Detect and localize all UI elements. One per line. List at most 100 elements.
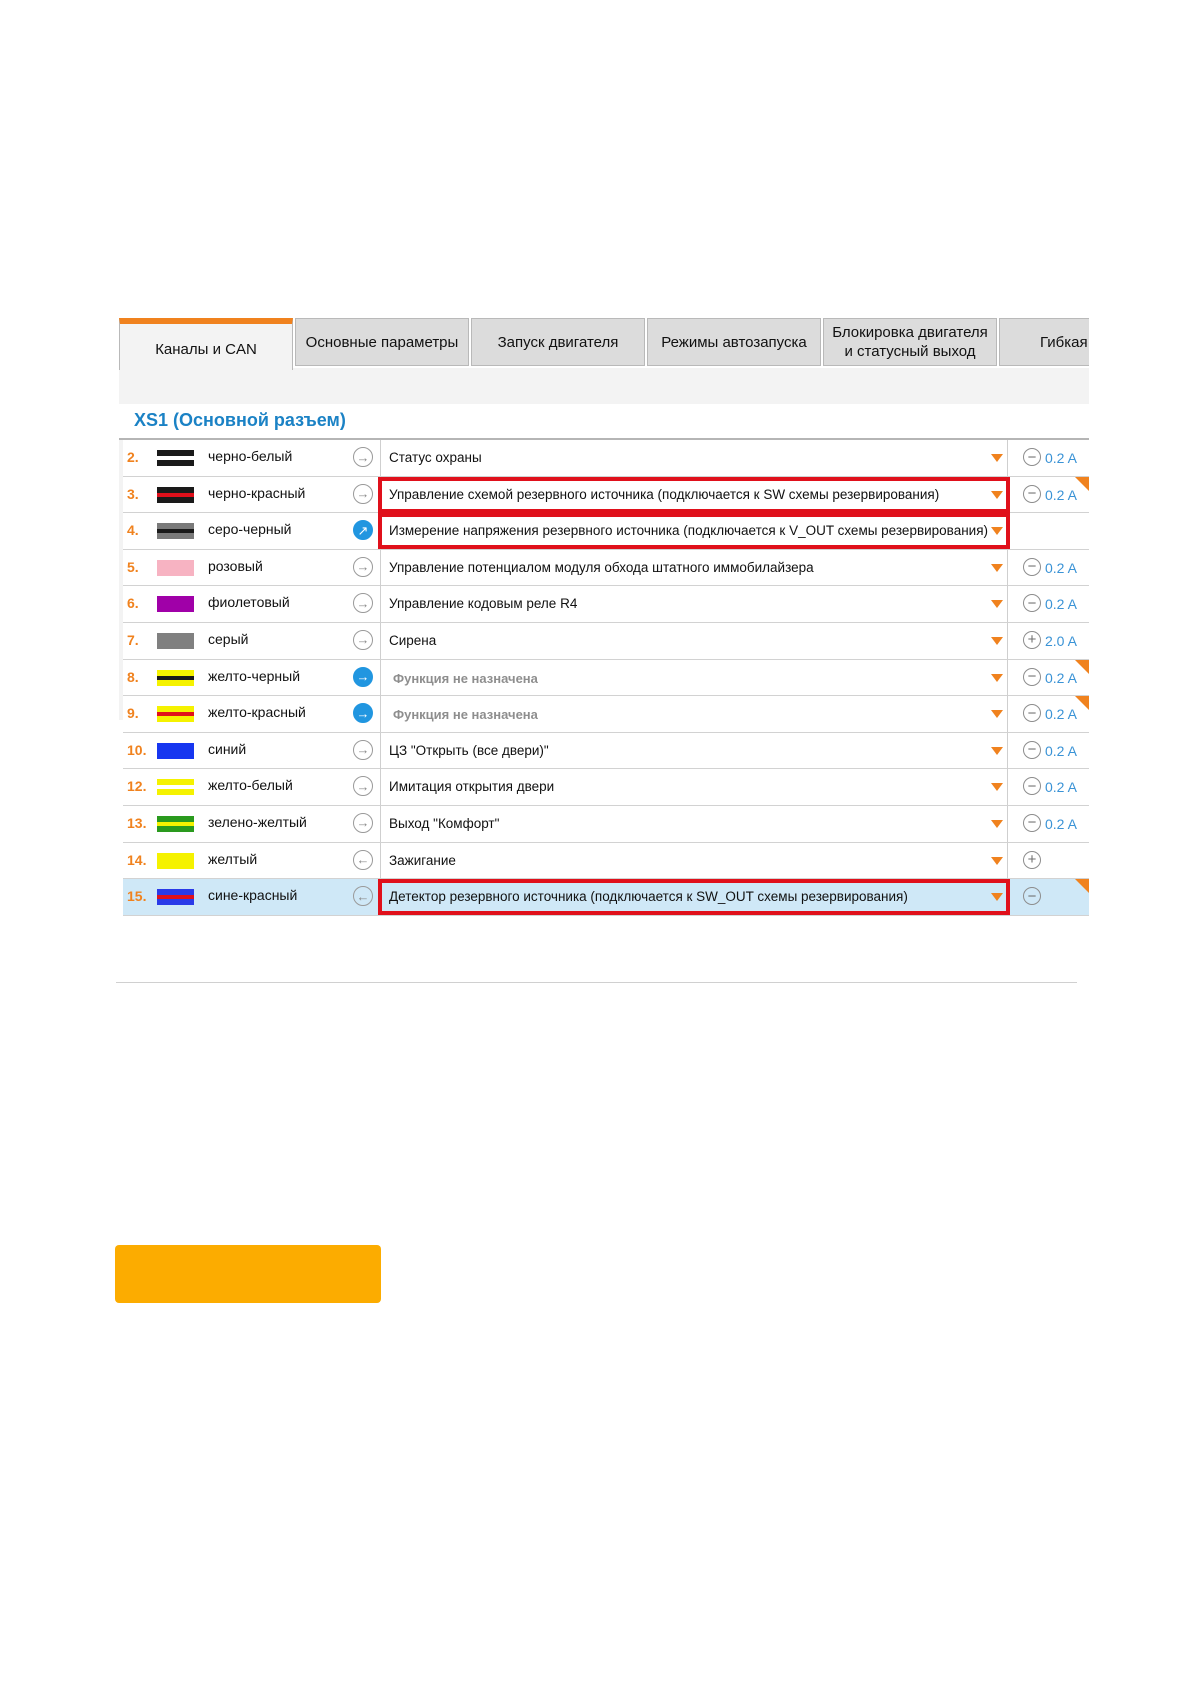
channel-number: 12. <box>127 778 147 795</box>
input-arrow-icon[interactable]: ← <box>353 849 373 870</box>
dropdown-arrow-icon[interactable] <box>991 527 1003 536</box>
section-title: XS1 (Основной разъем) <box>134 410 346 430</box>
output-arrow-icon[interactable]: → <box>353 666 373 687</box>
tab-autostart-modes[interactable]: Режимы автозапуска <box>647 318 821 366</box>
plus-polarity-icon[interactable]: + <box>1023 850 1041 869</box>
wire-color-swatch <box>157 450 194 466</box>
channel-row[interactable]: 4. серо-черный ↗ Измерение напряжения резер… <box>123 513 1089 550</box>
function-label: Управление потенциалом модуля обхода шта… <box>389 559 814 575</box>
dropdown-arrow-icon[interactable] <box>991 783 1003 792</box>
wire-name: сине-красный <box>208 887 298 904</box>
output-arrow-icon[interactable]: → <box>353 703 373 724</box>
analog-input-icon[interactable]: ↗ <box>353 520 373 541</box>
settings-corner-marker[interactable] <box>1075 696 1089 711</box>
channel-number: 14. <box>127 851 147 868</box>
minus-polarity-icon[interactable]: − <box>1023 777 1041 796</box>
function-label: Измерение напряжения резервного источник… <box>389 523 989 539</box>
output-arrow-icon[interactable]: → <box>353 447 373 467</box>
function-label: Функция не назначена <box>393 707 538 723</box>
output-arrow-icon[interactable]: → <box>353 556 373 577</box>
dropdown-arrow-icon[interactable] <box>991 636 1003 645</box>
channel-row[interactable]: 2. черно-белый → Статус охраны −0.2 A <box>123 440 1089 477</box>
output-arrow-icon[interactable]: → <box>353 812 373 833</box>
current-rating: 0.2 A <box>1045 742 1077 759</box>
function-label: Управление кодовым реле R4 <box>389 596 578 612</box>
minus-polarity-icon[interactable]: − <box>1023 557 1041 576</box>
channel-row[interactable]: 5. розовый → Управление потенциалом модуля … <box>123 549 1089 587</box>
minus-polarity-icon[interactable]: − <box>1023 594 1041 613</box>
channel-row[interactable]: 10. синий → ЦЗ "Открыть (все двери)" −0.2 A <box>123 732 1089 770</box>
wire-color-swatch <box>157 706 194 723</box>
current-rating: 0.2 A <box>1045 706 1077 723</box>
settings-corner-marker[interactable] <box>1075 879 1089 894</box>
channel-number: 3. <box>127 485 139 502</box>
settings-corner-marker[interactable] <box>1075 476 1089 491</box>
minus-polarity-icon[interactable]: − <box>1023 813 1041 832</box>
function-select[interactable]: Зажигание <box>380 842 1008 879</box>
tab-label: Каналы и CAN <box>155 340 257 358</box>
dropdown-arrow-icon[interactable] <box>991 454 1003 462</box>
function-label: ЦЗ "Открыть (все двери)" <box>389 742 549 758</box>
tab-flexible[interactable]: Гибкая <box>999 318 1089 366</box>
output-arrow-icon[interactable]: → <box>353 483 373 504</box>
minus-polarity-icon[interactable]: − <box>1023 667 1041 686</box>
minus-polarity-icon[interactable]: − <box>1023 448 1041 466</box>
channel-row[interactable]: 3. черно-красный → Управление схемой резерв… <box>123 476 1089 514</box>
dropdown-arrow-icon[interactable] <box>991 710 1003 719</box>
function-select[interactable]: ЦЗ "Открыть (все двери)" <box>380 732 1008 769</box>
function-select[interactable]: Статус охраны <box>380 440 1008 476</box>
function-select[interactable]: Функция не назначена <box>380 659 1008 696</box>
output-arrow-icon[interactable]: → <box>353 739 373 760</box>
channel-number: 5. <box>127 558 139 575</box>
channel-row[interactable]: 12. желто-белый → Имитация открытия двери −0… <box>123 769 1089 806</box>
wire-stripe <box>157 821 194 826</box>
minus-polarity-icon[interactable]: − <box>1023 704 1041 723</box>
wire-color-swatch <box>157 669 194 686</box>
channel-number: 15. <box>127 888 147 905</box>
input-arrow-icon[interactable]: ← <box>353 886 373 907</box>
wire-name: синий <box>208 740 247 757</box>
minus-polarity-icon[interactable]: − <box>1023 740 1041 759</box>
channel-row[interactable]: 9. желто-красный → Функция не назначена −0.2… <box>123 696 1089 733</box>
channel-row[interactable]: 15. сине-красный ← Детектор резервного исто… <box>123 879 1089 916</box>
tab-channels-can[interactable]: Каналы и CAN <box>119 318 293 370</box>
channel-row[interactable]: 6. фиолетовый → Управление кодовым реле R4 −… <box>123 586 1089 623</box>
function-select[interactable]: Имитация открытия двери <box>380 769 1008 806</box>
tab-engine-start[interactable]: Запуск двигателя <box>471 318 645 366</box>
settings-corner-marker[interactable] <box>1075 659 1089 674</box>
tab-main-params[interactable]: Основные параметры <box>295 318 469 366</box>
dropdown-arrow-icon[interactable] <box>991 819 1003 828</box>
function-select[interactable]: Измерение напряжения резервного источник… <box>380 513 1008 550</box>
function-select[interactable]: Функция не назначена <box>380 696 1008 733</box>
tab-engine-lock[interactable]: Блокировка двигателя и статусный выход <box>823 318 997 366</box>
dropdown-arrow-icon[interactable] <box>991 600 1003 609</box>
dropdown-arrow-icon[interactable] <box>991 673 1003 682</box>
output-arrow-icon[interactable]: → <box>353 593 373 614</box>
channel-row[interactable]: 8. желто-черный → Функция не назначена −0.2 … <box>123 659 1089 697</box>
tab-label: Основные параметры <box>305 333 459 351</box>
dropdown-arrow-icon[interactable] <box>991 490 1003 499</box>
function-select[interactable]: Управление кодовым реле R4 <box>380 586 1008 623</box>
function-label: Функция не назначена <box>393 670 538 686</box>
minus-polarity-icon[interactable]: − <box>1023 484 1041 503</box>
plus-polarity-icon[interactable]: + <box>1023 630 1041 649</box>
dropdown-arrow-icon[interactable] <box>991 746 1003 755</box>
output-arrow-icon[interactable]: → <box>353 776 373 797</box>
dropdown-arrow-icon[interactable] <box>991 563 1003 572</box>
function-select[interactable]: Управление схемой резервного источника (… <box>380 476 1008 513</box>
function-select[interactable]: Управление потенциалом модуля обхода шта… <box>380 549 1008 586</box>
function-select[interactable]: Детектор резервного источника (подключае… <box>380 879 1008 916</box>
channel-row[interactable]: 13. зелено-желтый → Выход "Комфорт" −0.2 A <box>123 805 1089 843</box>
channel-row[interactable]: 14. желтый ← Зажигание + <box>123 842 1089 880</box>
channel-row[interactable]: 7. серый → Сирена +2.0 A <box>123 622 1089 660</box>
current-rating: 0.2 A <box>1045 779 1077 796</box>
dropdown-arrow-icon[interactable] <box>991 856 1003 865</box>
wire-name: черно-белый <box>208 448 293 464</box>
output-arrow-icon[interactable]: → <box>353 629 373 650</box>
wire-color-swatch <box>157 596 194 613</box>
minus-polarity-icon[interactable]: − <box>1023 887 1041 906</box>
channel-list: 2. черно-белый → Статус охраны −0.2 A 3. черно… <box>123 440 1089 916</box>
function-select[interactable]: Выход "Комфорт" <box>380 805 1008 842</box>
function-select[interactable]: Сирена <box>380 622 1008 659</box>
dropdown-arrow-icon[interactable] <box>991 893 1003 902</box>
